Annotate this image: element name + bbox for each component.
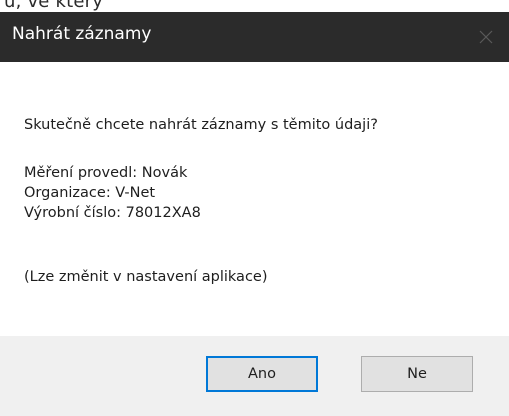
close-icon (479, 30, 493, 44)
dialog-content: Skutečně chcete nahrát záznamy s těmito … (0, 62, 509, 336)
title-bar: Nahrát záznamy (0, 12, 509, 62)
settings-note: (Lze změnit v nastavení aplikace) (24, 269, 268, 285)
detail-serial-number: Výrobní číslo: 78012XA8 (24, 205, 201, 221)
dialog-window: u, ve který Nahrát záznamy Skutečně chce… (0, 0, 509, 416)
detail-measured-by: Měření provedl: Novák (24, 165, 188, 181)
details-block: Měření provedl: Novák Organizace: V-Net … (24, 163, 201, 223)
close-button[interactable] (463, 12, 509, 62)
detail-organization: Organizace: V-Net (24, 185, 156, 201)
dialog-title: Nahrát záznamy (12, 24, 152, 44)
confirmation-question: Skutečně chcete nahrát záznamy s těmito … (24, 117, 378, 133)
background-window-strip: u, ve který (0, 0, 509, 12)
background-text-fragment: u, ve který (4, 0, 104, 12)
yes-button[interactable]: Ano (206, 356, 318, 392)
no-button[interactable]: Ne (361, 356, 473, 392)
button-bar: Ano Ne (0, 336, 509, 416)
